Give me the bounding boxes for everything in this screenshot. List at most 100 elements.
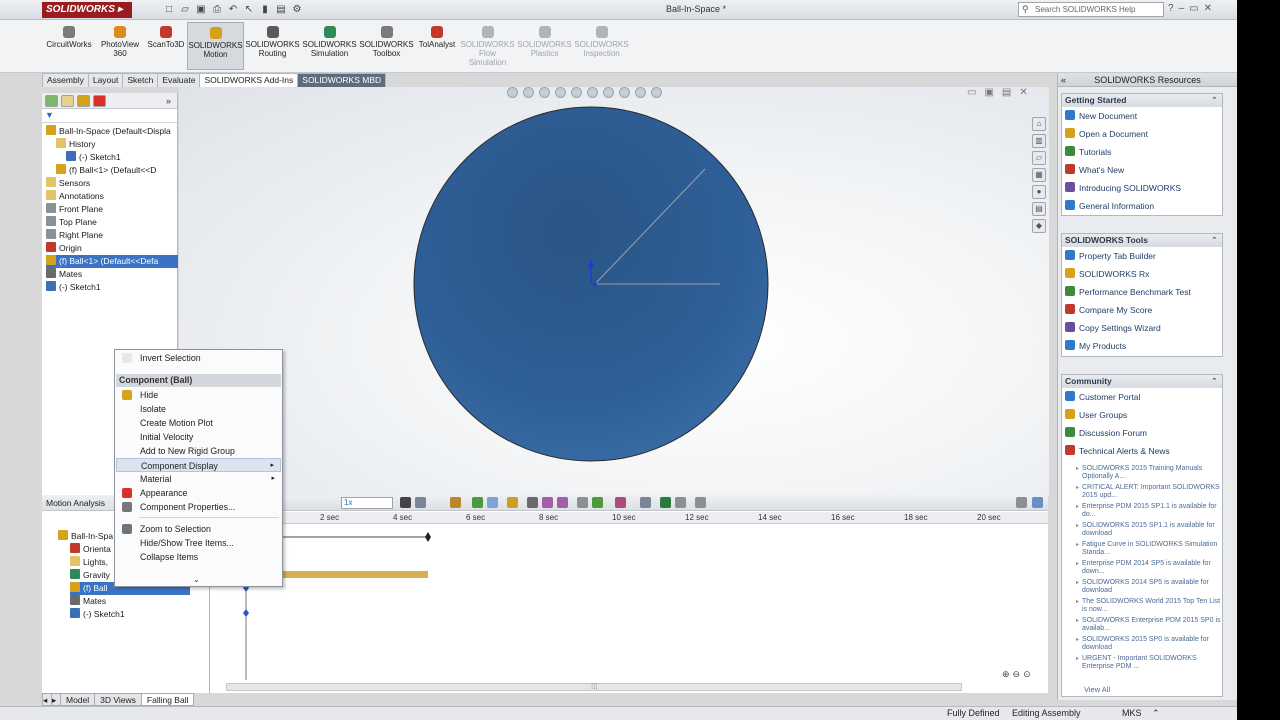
menu-item-appearance[interactable]: Appearance — [116, 486, 281, 500]
menu-item-create-motion-plot[interactable]: Create Motion Plot — [116, 416, 281, 430]
tree-item-front-plane[interactable]: Front Plane — [46, 203, 103, 216]
link-general-information[interactable]: General Information — [1065, 199, 1154, 213]
open-folder-icon[interactable]: ▱ — [178, 3, 192, 17]
motion-tree-item-lights[interactable]: Lights, — [70, 556, 108, 569]
tolanalyst-button[interactable]: TolAnalyst — [416, 22, 458, 70]
tab-3d-views[interactable]: 3D Views — [94, 693, 142, 706]
news-item[interactable]: Fatigue Curve in SOLIDWORKS Simulation S… — [1076, 541, 1222, 557]
tree-filter[interactable]: ▼ — [42, 109, 177, 123]
tab-addins[interactable]: SOLIDWORKS Add-Ins — [199, 73, 299, 87]
news-item[interactable]: SOLIDWORKS Enterprise PDM 2015 SP0 is av… — [1076, 617, 1222, 633]
motion-tree-item-gravity[interactable]: Gravity — [70, 569, 110, 582]
link-what-s-new[interactable]: What's New — [1065, 163, 1124, 177]
link-tutorials[interactable]: Tutorials — [1065, 145, 1111, 159]
tree-item-top-plane[interactable]: Top Plane — [46, 216, 97, 229]
rebuild-icon[interactable]: ▮ — [258, 3, 272, 17]
menu-item-hide[interactable]: Hide — [116, 388, 281, 402]
display-manager-tab-icon[interactable] — [93, 95, 106, 107]
link-compare-my-score[interactable]: Compare My Score — [1065, 303, 1152, 317]
link-performance-benchmark-test[interactable]: Performance Benchmark Test — [1065, 285, 1191, 299]
news-item[interactable]: SOLIDWORKS 2015 Training Manuals Optiona… — [1076, 465, 1222, 481]
feature-tree-tab-icon[interactable] — [45, 95, 58, 107]
close-icon[interactable]: ✕ — [1204, 3, 1212, 14]
plastics-button[interactable]: SOLIDWORKS Plastics — [517, 22, 572, 70]
menu-item-component-properties[interactable]: Component Properties... — [116, 500, 281, 514]
timeline-horizontal-scrollbar[interactable]: ⁞⁞⁞ — [226, 682, 962, 691]
tree-item-mates[interactable]: Mates — [46, 268, 82, 281]
collapse-icon[interactable]: ⌃ — [1211, 375, 1218, 388]
print-icon[interactable]: ⎙ — [210, 3, 224, 17]
zoom-in-icon[interactable]: ⊕ — [1002, 669, 1010, 680]
news-item[interactable]: Enterprise PDM 2015 SP1.1 is available f… — [1076, 503, 1222, 519]
scanto3d-button[interactable]: ScanTo3D — [146, 22, 186, 70]
configuration-tab-icon[interactable] — [77, 95, 90, 107]
menu-item-isolate[interactable]: Isolate — [116, 402, 281, 416]
routing-button[interactable]: SOLIDWORKS Routing — [245, 22, 300, 70]
end-key-point[interactable] — [425, 532, 431, 542]
expand-chevron-icon[interactable]: » — [166, 96, 171, 106]
menu-item-material[interactable]: Material ▸ — [116, 472, 281, 486]
menu-item-add-to-new-rigid-group[interactable]: Add to New Rigid Group — [116, 444, 281, 458]
ball-change-bar[interactable] — [280, 571, 428, 578]
view-palette-icon[interactable]: ▦ — [1032, 168, 1046, 182]
tree-item-sensors[interactable]: Sensors — [46, 177, 90, 190]
tree-item-history[interactable]: History — [56, 138, 95, 151]
news-item[interactable]: SOLIDWORKS 2015 SP1.1 is available for d… — [1076, 522, 1222, 538]
link-open-a-document[interactable]: Open a Document — [1065, 127, 1148, 141]
design-library-icon[interactable]: ▥ — [1032, 134, 1046, 148]
tree-item-f-ball-1-default-d[interactable]: (f) Ball<1> (Default<<D — [56, 164, 156, 177]
motion-tree-item-ball-in-spa[interactable]: Ball-In-Spa — [58, 530, 113, 543]
tab-layout[interactable]: Layout — [87, 73, 124, 87]
scroll-grip-icon[interactable]: ⁞⁞⁞ — [591, 682, 598, 691]
collapse-panel-icon[interactable]: « — [1061, 73, 1066, 87]
getting-started-header[interactable]: Getting Started ⌃ — [1062, 94, 1222, 107]
tab-mbd[interactable]: SOLIDWORKS MBD — [297, 73, 387, 87]
community-header[interactable]: Community ⌃ — [1062, 375, 1222, 388]
link-introducing-solidworks[interactable]: Introducing SOLIDWORKS — [1065, 181, 1181, 195]
collapse-icon[interactable]: ⌃ — [1211, 234, 1218, 247]
tab-sketch[interactable]: Sketch — [122, 73, 159, 87]
status-units[interactable]: MKS — [1122, 707, 1142, 720]
link-solidworks-rx[interactable]: SOLIDWORKS Rx — [1065, 267, 1149, 281]
circuitworks-button[interactable]: CircuitWorks — [44, 22, 94, 70]
help-icon[interactable]: ? — [1168, 3, 1174, 14]
tree-item-origin[interactable]: Origin — [46, 242, 82, 255]
new-document-icon[interactable]: □ — [162, 3, 176, 17]
appearances-icon[interactable]: ● — [1032, 185, 1046, 199]
minimize-icon[interactable]: – — [1179, 3, 1185, 14]
zoom-fit-icon[interactable]: ⊙ — [1023, 669, 1031, 680]
select-arrow-icon[interactable]: ↖ — [242, 3, 256, 17]
flow-simulation-button[interactable]: SOLIDWORKS Flow Simulation — [460, 22, 515, 70]
tree-item-ball-in-space-default-displa[interactable]: Ball-In-Space (Default<Displa — [46, 125, 171, 138]
origin-point[interactable] — [593, 282, 597, 286]
tab-evaluate[interactable]: Evaluate — [157, 73, 201, 87]
link-technical-alerts-news[interactable]: Technical Alerts & News — [1065, 444, 1170, 458]
news-item[interactable]: Enterprise PDM 2014 SP5 is available for… — [1076, 560, 1222, 576]
news-item[interactable]: SOLIDWORKS 2015 SP0 is available for dow… — [1076, 636, 1222, 652]
news-item[interactable]: CRITICAL ALERT: Important SOLIDWORKS 201… — [1076, 484, 1222, 500]
link-customer-portal[interactable]: Customer Portal — [1065, 390, 1140, 404]
motion-tree-item-orienta[interactable]: Orienta — [70, 543, 111, 556]
tab-falling-ball[interactable]: Falling Ball — [140, 693, 195, 706]
news-item[interactable]: The SOLIDWORKS World 2015 Top Ten List i… — [1076, 598, 1222, 614]
resources-home-icon[interactable]: ⌂ — [1032, 117, 1046, 131]
solidworks-logo[interactable]: SOLIDWORKS ▸ — [42, 2, 132, 18]
toolbox-button[interactable]: SOLIDWORKS Toolbox — [359, 22, 414, 70]
view-all-link[interactable]: View All — [1084, 685, 1110, 694]
menu-item-collapse-items[interactable]: Collapse Items — [116, 550, 281, 564]
inspection-button[interactable]: SOLIDWORKS Inspection — [574, 22, 629, 70]
options-gear-icon[interactable]: ⚙ — [290, 3, 304, 17]
link-user-groups[interactable]: User Groups — [1065, 408, 1127, 422]
menu-item-component-display[interactable]: Component Display ▸ — [116, 458, 281, 472]
status-customize-icon[interactable]: ⌃ — [1152, 707, 1160, 720]
invert-selection-item[interactable]: Invert Selection — [116, 351, 281, 365]
property-manager-tab-icon[interactable] — [61, 95, 74, 107]
tree-item-f-ball-1-default-defa[interactable]: (f) Ball<1> (Default<<Defa — [46, 255, 178, 268]
save-icon[interactable]: ▣ — [194, 3, 208, 17]
link-property-tab-builder[interactable]: Property Tab Builder — [1065, 249, 1156, 263]
link-discussion-forum[interactable]: Discussion Forum — [1065, 426, 1147, 440]
menu-item-zoom-to-selection[interactable]: Zoom to Selection — [116, 522, 281, 536]
undo-icon[interactable]: ↶ — [226, 3, 240, 17]
menu-item-hide-show-tree-items[interactable]: Hide/Show Tree Items... — [116, 536, 281, 550]
graphics-area[interactable]: ▭ ▣ ▤ ✕ ⌂ ▥ ▱ ▦ ● ▤ ◆ — [179, 87, 1049, 496]
